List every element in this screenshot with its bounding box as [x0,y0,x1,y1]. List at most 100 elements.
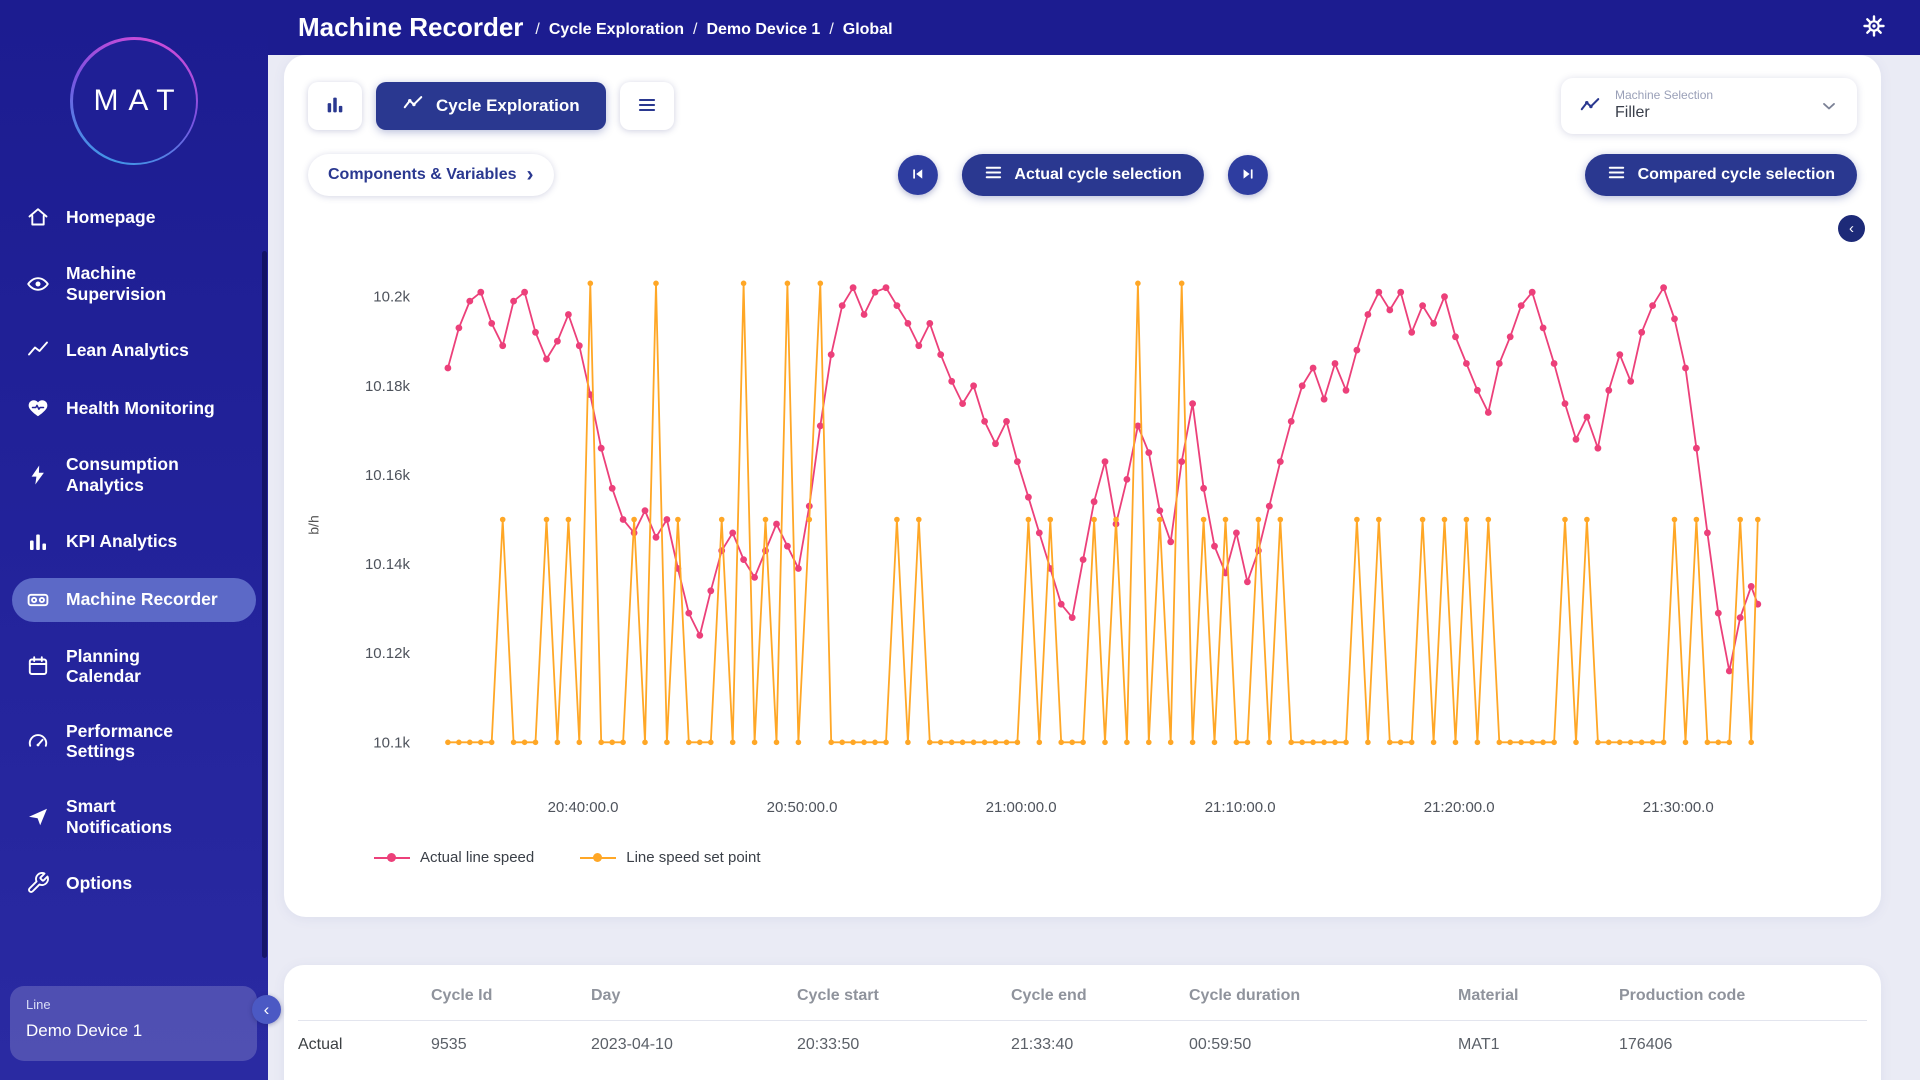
sidebar-item-kpi-analytics[interactable]: KPI Analytics [12,520,256,564]
data-point [1431,740,1437,746]
data-point [1715,610,1722,617]
data-point [1595,740,1601,746]
menu-view-button[interactable] [620,82,674,130]
data-point [697,740,703,746]
data-point [1748,740,1754,746]
data-point [1682,365,1689,372]
data-point [916,517,922,523]
data-point [1441,293,1448,300]
y-axis-label: b/h [306,515,322,534]
breadcrumb-item[interactable]: Demo Device 1 [706,21,820,39]
machine-selection-dropdown[interactable]: Machine Selection Filler [1561,78,1857,134]
data-point [554,338,561,345]
data-point [1037,740,1043,746]
data-point [1727,740,1733,746]
data-point [543,356,550,363]
column-spacer [298,996,431,1011]
app-logo: MAT [0,0,268,165]
data-point [785,281,791,287]
data-point [499,342,506,349]
data-point [510,298,517,305]
data-point [1245,740,1251,746]
bolt-icon [26,463,50,487]
device-card[interactable]: Line Demo Device 1 [10,986,257,1061]
data-point [1661,740,1667,746]
sidebar-item-planning-calendar[interactable]: PlanningCalendar [12,636,256,697]
data-point [1167,538,1174,545]
data-point [1442,517,1448,523]
breadcrumb-item[interactable]: Cycle Exploration [549,21,684,39]
data-point [1529,740,1535,746]
data-point [1354,517,1360,523]
sidebar-item-smart-notifications[interactable]: SmartNotifications [12,786,256,847]
data-point [1693,445,1700,452]
recorder-icon [26,588,50,612]
sidebar-item-homepage[interactable]: Homepage [12,195,256,239]
sidebar-item-options[interactable]: Options [12,861,256,905]
actual-cycle-selection-button[interactable]: Actual cycle selection [961,154,1203,196]
chart-area: ‹ b/h 10.1k10.12k10.14k10.16k10.18k10.2k… [308,207,1857,866]
data-point [1496,360,1503,367]
data-point [1004,740,1010,746]
chart-view-button[interactable] [308,82,362,130]
tab-cycle-exploration[interactable]: Cycle Exploration [376,82,606,130]
menu-icon [637,95,657,118]
series-line-0 [448,288,1758,671]
sidebar-scrollbar[interactable] [262,251,267,958]
gauge-icon [26,729,50,753]
view-toolbar: Cycle Exploration Machine Selecti [308,77,1857,135]
settings-gear-button[interactable] [1862,14,1886,41]
data-point [1190,740,1196,746]
tab-label: Cycle Exploration [436,96,580,116]
x-axis-tick: 21:10:00.0 [1205,799,1276,816]
data-point [533,740,539,746]
sidebar-item-machine-recorder[interactable]: Machine Recorder [12,578,256,622]
data-point [1551,740,1557,746]
data-point [1387,740,1393,746]
sidebar-item-performance-settings[interactable]: PerformanceSettings [12,711,256,772]
table-row: Actual 9535 2023-04-10 20:33:50 21:33:40… [298,1021,1881,1054]
sidebar-item-health-monitoring[interactable]: Health Monitoring [12,386,256,430]
data-point [609,485,616,492]
data-point [1497,740,1503,746]
components-variables-button[interactable]: Components & Variables › [308,154,554,196]
data-point [1562,517,1568,523]
machine-selection-value: Filler [1615,103,1713,124]
data-point [511,740,517,746]
data-point [938,740,944,746]
sidebar-item-lean-analytics[interactable]: Lean Analytics [12,328,256,372]
sidebar-item-machine-supervision[interactable]: MachineSupervision [12,253,256,314]
data-point [1562,400,1569,407]
data-point [1091,498,1098,505]
data-point [1266,503,1273,510]
sidebar-item-consumption-analytics[interactable]: ConsumptionAnalytics [12,444,256,505]
data-point [1755,517,1761,523]
data-point [1584,517,1590,523]
data-point [1694,517,1700,523]
previous-cycle-button[interactable] [897,155,937,195]
data-point [1299,740,1305,746]
breadcrumb-item[interactable]: Global [843,21,893,39]
data-point [445,365,452,372]
data-point [883,740,889,746]
x-axis-tick: 21:30:00.0 [1643,799,1714,816]
chart-collapse-button[interactable]: ‹ [1838,215,1865,242]
data-point [1299,382,1306,389]
data-point [1211,543,1218,550]
data-point [850,740,856,746]
data-point [1343,740,1349,746]
data-point [1267,740,1273,746]
data-point [763,517,769,523]
data-point [456,325,463,332]
compared-cycle-selection-button[interactable]: Compared cycle selection [1585,154,1857,196]
y-axis-tick: 10.2k [373,289,410,306]
data-point [598,445,605,452]
sidebar-collapse-button[interactable]: ‹ [252,995,281,1024]
menu-icon [1607,163,1626,187]
data-point [1157,517,1163,523]
data-point [675,517,681,523]
next-cycle-button[interactable] [1228,155,1268,195]
cell-material: MAT1 [1458,1021,1619,1054]
data-point [1551,360,1558,367]
data-point [1639,740,1645,746]
